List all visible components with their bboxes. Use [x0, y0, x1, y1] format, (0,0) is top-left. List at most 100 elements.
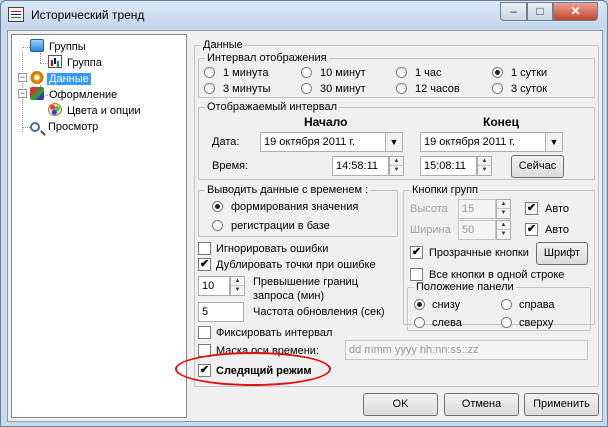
expander-icon[interactable]: − — [18, 73, 27, 82]
panel-position-label: слева — [432, 317, 462, 329]
dialog-window: Исторический тренд – □ ✕ − − Группы Груп… — [0, 0, 608, 427]
panel-position-label: снизу — [432, 299, 461, 311]
chevron-down-icon[interactable]: ▼ — [385, 133, 402, 151]
end-date-value: 19 октября 2011 г. — [424, 136, 516, 148]
bounds-excess-spinner[interactable]: ▲ ▼ — [230, 276, 245, 296]
spin-down-icon[interactable]: ▼ — [497, 230, 510, 239]
auto-width-checkbox[interactable]: ✔ — [525, 223, 538, 236]
title-bar[interactable]: Исторический тренд – □ ✕ — [1, 1, 607, 29]
timestamp-label: регистрации в базе — [231, 220, 330, 232]
ignore-errors-checkbox[interactable] — [198, 242, 211, 255]
chevron-down-icon[interactable]: ▼ — [545, 133, 562, 151]
font-button[interactable]: Шрифт — [536, 242, 588, 265]
interval-radio-12h[interactable] — [396, 83, 407, 94]
duplicate-points-checkbox[interactable]: ✔ — [198, 258, 211, 271]
height-spinner[interactable]: ▲ ▼ — [496, 199, 511, 219]
interval-label: 3 суток — [511, 83, 548, 95]
panel-position-label: справа — [519, 299, 555, 311]
spin-up-icon[interactable]: ▲ — [390, 157, 403, 166]
maximize-button[interactable]: □ — [527, 2, 553, 21]
time-label: Время: — [212, 160, 249, 172]
refresh-rate-field[interactable]: 5 — [198, 302, 244, 322]
interval-radio-3min[interactable] — [204, 83, 215, 94]
tree-node-data[interactable]: Данные — [30, 71, 91, 87]
auto-height-checkbox[interactable]: ✔ — [525, 202, 538, 215]
minimize-button[interactable]: – — [500, 2, 527, 21]
bounds-excess-label: Превышение границ запроса (мин) — [253, 276, 358, 302]
height-field[interactable]: 15 — [458, 199, 496, 219]
tree-node-label: Оформление — [49, 89, 118, 101]
panel-radio-top[interactable] — [501, 317, 512, 328]
end-time-spinner[interactable]: ▲ ▼ — [477, 156, 492, 176]
start-time-spinner[interactable]: ▲ ▼ — [389, 156, 404, 176]
interval-label: 30 минут — [320, 83, 366, 95]
panel-radio-bottom[interactable] — [414, 299, 425, 310]
chart-icon — [48, 55, 62, 68]
settings-tree[interactable]: − − Группы Группа Данные Оформление Цвет… — [11, 34, 187, 418]
cancel-button[interactable]: Отмена — [444, 393, 519, 416]
spin-up-icon[interactable]: ▲ — [478, 157, 491, 166]
tree-connector — [40, 63, 48, 64]
tree-node-label: Данные — [47, 73, 91, 85]
highlight-annotation — [175, 352, 331, 386]
interval-radio-10min[interactable] — [301, 67, 312, 78]
interval-radio-1h[interactable] — [396, 67, 407, 78]
time-mask-input[interactable]: dd mmm yyyy hh:nn:ss::zz — [345, 340, 588, 360]
start-date-picker[interactable]: 19 октября 2011 г. ▼ — [260, 132, 403, 152]
spin-down-icon[interactable]: ▼ — [231, 286, 244, 295]
data-group-title: Данные — [201, 39, 245, 51]
auto-label: Авто — [545, 203, 569, 215]
tree-node-colors[interactable]: Цвета и опции — [48, 103, 143, 119]
interval-radio-1min[interactable] — [204, 67, 215, 78]
close-button[interactable]: ✕ — [553, 2, 598, 21]
start-header: Начало — [304, 115, 348, 129]
single-row-checkbox[interactable] — [410, 268, 423, 281]
width-spinner[interactable]: ▲ ▼ — [496, 220, 511, 240]
tree-node-groups[interactable]: Группы — [30, 39, 88, 55]
start-time-field[interactable]: 14:58:11 — [332, 156, 389, 176]
end-date-picker[interactable]: 19 октября 2011 г. ▼ — [420, 132, 563, 152]
tree-node-label: Группы — [49, 41, 86, 53]
app-icon — [8, 7, 24, 22]
panel-radio-left[interactable] — [414, 317, 425, 328]
refresh-rate-label: Частота обновления (сек) — [253, 306, 385, 318]
tree-connector — [22, 127, 30, 128]
interval-radio-30min[interactable] — [301, 83, 312, 94]
spin-up-icon[interactable]: ▲ — [497, 221, 510, 230]
tree-node-group[interactable]: Группа — [48, 55, 104, 71]
interval-label: 1 час — [415, 67, 442, 79]
timestamp-label: формирования значения — [231, 201, 359, 213]
timestamp-radio-formation[interactable] — [212, 201, 223, 212]
tree-connector — [22, 47, 30, 48]
end-time-field[interactable]: 15:08:11 — [420, 156, 477, 176]
interval-label: 12 часов — [415, 83, 460, 95]
width-field[interactable]: 50 — [458, 220, 496, 240]
transparent-buttons-checkbox[interactable]: ✔ — [410, 246, 423, 259]
apply-button[interactable]: Применить — [524, 393, 599, 416]
spin-up-icon[interactable]: ▲ — [497, 200, 510, 209]
now-button[interactable]: Сейчас — [511, 155, 564, 178]
range-group-title: Отображаемый интервал — [205, 101, 340, 113]
tree-node-preview[interactable]: Просмотр — [30, 119, 100, 135]
window-title: Исторический тренд — [31, 8, 145, 22]
interval-radio-3days[interactable] — [492, 83, 503, 94]
folder-icon — [30, 39, 44, 52]
interval-radio-1day[interactable] — [492, 67, 503, 78]
panel-radio-right[interactable] — [501, 299, 512, 310]
tree-node-label: Группа — [67, 57, 102, 69]
gear-icon — [30, 71, 44, 84]
spin-up-icon[interactable]: ▲ — [231, 277, 244, 286]
tree-node-design[interactable]: Оформление — [30, 87, 119, 103]
tree-node-label: Просмотр — [48, 121, 99, 133]
duplicate-points-label: Дублировать точки при ошибке — [216, 259, 376, 271]
timestamp-radio-registration[interactable] — [212, 220, 223, 231]
spin-down-icon[interactable]: ▼ — [497, 209, 510, 218]
ok-button[interactable]: OK — [363, 393, 438, 416]
spin-down-icon[interactable]: ▼ — [390, 166, 403, 175]
width-label: Ширина — [410, 224, 451, 236]
ignore-errors-label: Игнорировать ошибки — [216, 243, 329, 255]
expander-icon[interactable]: − — [18, 89, 27, 98]
fix-interval-checkbox[interactable] — [198, 326, 211, 339]
bounds-excess-field[interactable]: 10 — [198, 276, 230, 296]
spin-down-icon[interactable]: ▼ — [478, 166, 491, 175]
